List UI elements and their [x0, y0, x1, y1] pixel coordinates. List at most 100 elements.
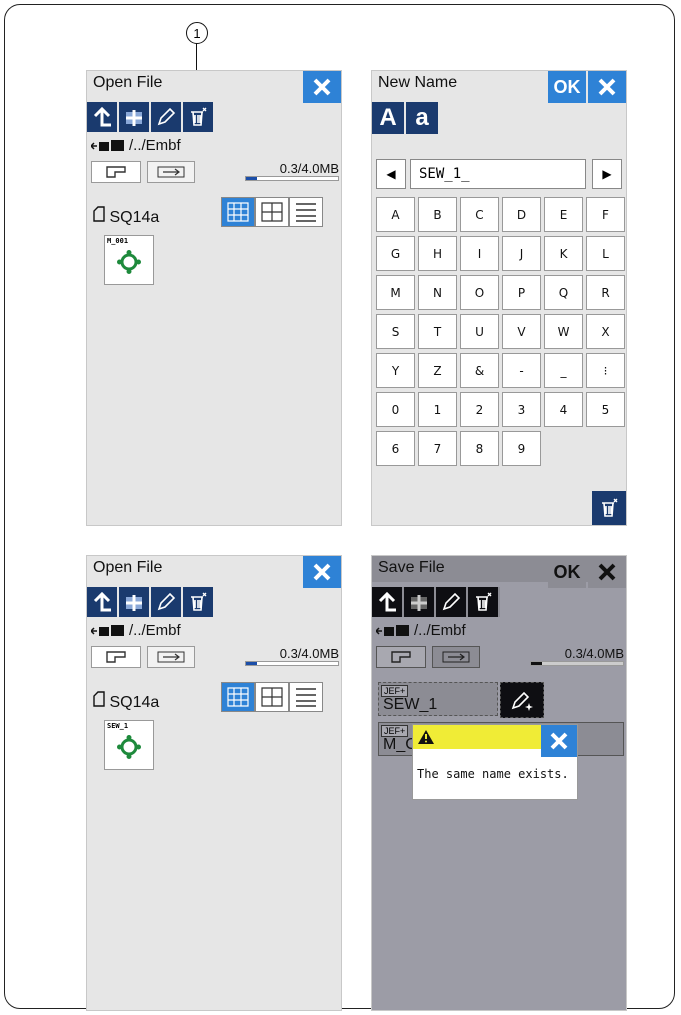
close-button[interactable]	[303, 556, 341, 588]
uppercase-button[interactable]: A	[372, 102, 404, 134]
key[interactable]: E	[544, 197, 583, 232]
key[interactable]: C	[460, 197, 499, 232]
key[interactable]: Z	[418, 353, 457, 388]
memory-bar	[245, 661, 339, 666]
up-folder-button[interactable]	[87, 102, 119, 132]
file-name: SEW_1	[383, 696, 438, 713]
key[interactable]: A	[376, 197, 415, 232]
close-button[interactable]	[588, 556, 626, 588]
key[interactable]: 2	[460, 392, 499, 427]
key[interactable]: _	[544, 353, 583, 388]
view-list-button[interactable]	[289, 197, 323, 227]
name-input[interactable]: SEW_1_	[410, 159, 586, 189]
file-thumbnail[interactable]: SEW_1	[104, 720, 154, 770]
toolbar	[372, 587, 500, 617]
new-folder-icon	[126, 595, 142, 611]
key[interactable]: I	[460, 236, 499, 271]
close-icon	[598, 563, 616, 581]
memory-bar	[530, 661, 624, 666]
save-file-screen: Save File OK /../Embf 0.3/4.0MB JEF+ SEW…	[371, 555, 627, 1011]
view-small-grid-button[interactable]	[255, 682, 289, 712]
key[interactable]: R	[586, 275, 625, 310]
key[interactable]: M	[376, 275, 415, 310]
key[interactable]: P	[502, 275, 541, 310]
tab-usb[interactable]	[147, 646, 195, 668]
close-button[interactable]	[303, 71, 341, 103]
tab-machine[interactable]	[91, 646, 141, 668]
key[interactable]: ⁝	[586, 353, 625, 388]
breadcrumb: /../Embf	[376, 622, 466, 639]
tab-usb[interactable]	[147, 161, 195, 183]
key[interactable]: Q	[544, 275, 583, 310]
key[interactable]: V	[502, 314, 541, 349]
tab-machine[interactable]	[91, 161, 141, 183]
warning-close-button[interactable]	[541, 725, 577, 757]
key[interactable]: D	[502, 197, 541, 232]
key[interactable]: &	[460, 353, 499, 388]
key[interactable]: J	[502, 236, 541, 271]
key[interactable]: -	[502, 353, 541, 388]
key[interactable]: W	[544, 314, 583, 349]
view-large-grid-button[interactable]	[221, 682, 255, 712]
cursor-right-button[interactable]: ▶	[592, 159, 622, 189]
ok-button[interactable]: OK	[548, 556, 586, 588]
key[interactable]: 7	[418, 431, 457, 466]
key[interactable]: 9	[502, 431, 541, 466]
key[interactable]: 1	[418, 392, 457, 427]
view-small-grid-button[interactable]	[255, 197, 289, 227]
up-folder-button[interactable]	[372, 587, 404, 617]
memory-usage: 0.3/4.0MB	[520, 646, 624, 668]
key[interactable]: X	[586, 314, 625, 349]
ok-button[interactable]: OK	[548, 71, 586, 103]
tab-usb[interactable]	[432, 646, 480, 668]
delete-button[interactable]	[468, 587, 500, 617]
rename-button[interactable]	[436, 587, 468, 617]
folder-name: SQ14a	[109, 209, 160, 226]
cursor-left-button[interactable]: ◀	[376, 159, 406, 189]
view-large-grid-button[interactable]	[221, 197, 255, 227]
lowercase-button[interactable]: a	[406, 102, 438, 134]
key[interactable]: 0	[376, 392, 415, 427]
delete-button[interactable]	[183, 587, 215, 617]
new-folder-button[interactable]	[119, 102, 151, 132]
key[interactable]: L	[586, 236, 625, 271]
key[interactable]: T	[418, 314, 457, 349]
key[interactable]: F	[586, 197, 625, 232]
new-folder-button[interactable]	[404, 587, 436, 617]
warning-dialog: The same name exists.	[412, 724, 578, 800]
key[interactable]: B	[418, 197, 457, 232]
file-thumbnail[interactable]: M_001	[104, 235, 154, 285]
key[interactable]: O	[460, 275, 499, 310]
file-item-new[interactable]: JEF+ SEW_1	[378, 682, 498, 716]
rename-file-button[interactable]	[500, 682, 544, 718]
key[interactable]: 5	[586, 392, 625, 427]
grid-small-icon	[261, 687, 283, 707]
key[interactable]: U	[460, 314, 499, 349]
key[interactable]: Y	[376, 353, 415, 388]
key[interactable]: N	[418, 275, 457, 310]
up-folder-button[interactable]	[87, 587, 119, 617]
breadcrumb: /../Embf	[91, 137, 181, 154]
path-text: /../Embf	[129, 137, 181, 154]
close-button[interactable]	[588, 71, 626, 103]
key[interactable]: 4	[544, 392, 583, 427]
trash-icon	[191, 107, 207, 126]
view-list-button[interactable]	[289, 682, 323, 712]
key[interactable]: K	[544, 236, 583, 271]
key[interactable]: S	[376, 314, 415, 349]
toolbar	[87, 587, 215, 617]
delete-character-button[interactable]	[592, 491, 626, 525]
new-folder-button[interactable]	[119, 587, 151, 617]
key[interactable]: 6	[376, 431, 415, 466]
delete-button[interactable]	[183, 102, 215, 132]
rename-button[interactable]	[151, 102, 183, 132]
tab-machine[interactable]	[376, 646, 426, 668]
key[interactable]: G	[376, 236, 415, 271]
memory-text: 0.3/4.0MB	[279, 646, 339, 661]
rename-button[interactable]	[151, 587, 183, 617]
usb-icon	[157, 166, 185, 178]
key[interactable]: 8	[460, 431, 499, 466]
key[interactable]: H	[418, 236, 457, 271]
key[interactable]: 3	[502, 392, 541, 427]
open-file-screen: Open File /../Embf 0.3/4.0MB SQ14a M_001	[86, 70, 342, 526]
